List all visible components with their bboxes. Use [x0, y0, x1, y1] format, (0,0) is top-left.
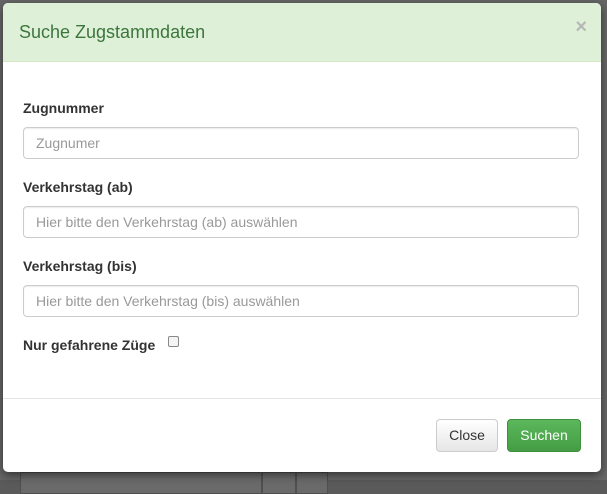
nur-gefahrene-label: Nur gefahrene Züge	[23, 337, 156, 353]
close-button[interactable]: Close	[436, 419, 498, 452]
verkehrstag-bis-input[interactable]	[23, 285, 579, 317]
verkehrstag-ab-label: Verkehrstag (ab)	[23, 179, 133, 195]
search-dialog: Suche Zugstammdaten × Zugnummer Verkehrs…	[3, 3, 601, 472]
dialog-header: Suche Zugstammdaten ×	[3, 3, 601, 62]
background-table-cell	[296, 472, 328, 494]
search-button[interactable]: Suchen	[507, 419, 581, 452]
verkehrstag-bis-label: Verkehrstag (bis)	[23, 258, 137, 274]
footer-divider	[3, 398, 601, 399]
verkehrstag-ab-input[interactable]	[23, 206, 579, 238]
zugnummer-input[interactable]	[23, 127, 579, 159]
zugnummer-label: Zugnummer	[23, 100, 104, 116]
close-icon[interactable]: ×	[575, 17, 587, 37]
dialog-title: Suche Zugstammdaten	[19, 22, 206, 42]
nur-gefahrene-checkbox[interactable]	[168, 336, 179, 347]
background-table-cell	[20, 472, 262, 494]
background-table-cell	[262, 472, 296, 494]
